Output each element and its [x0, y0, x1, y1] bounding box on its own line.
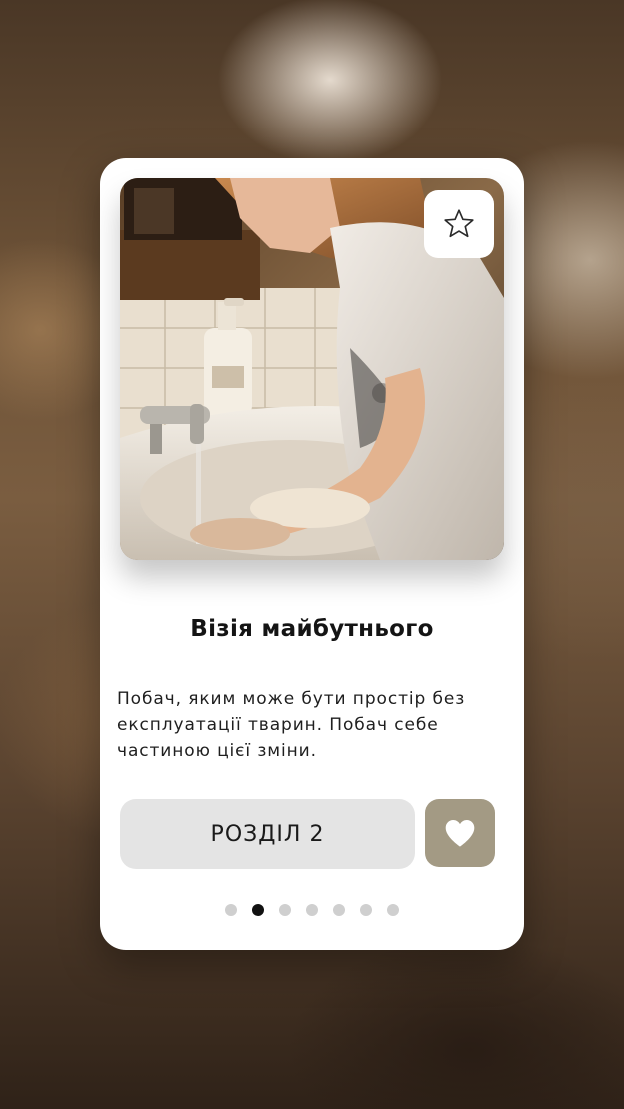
pagination-dot[interactable]: [333, 904, 345, 916]
like-button[interactable]: [425, 799, 495, 867]
favorite-button[interactable]: [424, 190, 494, 258]
pagination-dot[interactable]: [279, 904, 291, 916]
story-card: Візія майбутнього Побач, яким може бути …: [100, 158, 524, 950]
card-description: Побач, яким може бути простір без експлу…: [117, 689, 466, 761]
pagination-dots: [100, 904, 524, 916]
card-photo: [120, 178, 504, 560]
heart-icon: [445, 820, 475, 847]
pagination-dot[interactable]: [360, 904, 372, 916]
pagination-dot[interactable]: [387, 904, 399, 916]
pagination-dot[interactable]: [252, 904, 264, 916]
star-icon: [444, 209, 474, 238]
pagination-dot[interactable]: [225, 904, 237, 916]
card-title: Візія майбутнього: [190, 616, 434, 642]
pagination-dot[interactable]: [306, 904, 318, 916]
section-button[interactable]: РОЗДІЛ 2: [120, 799, 415, 869]
